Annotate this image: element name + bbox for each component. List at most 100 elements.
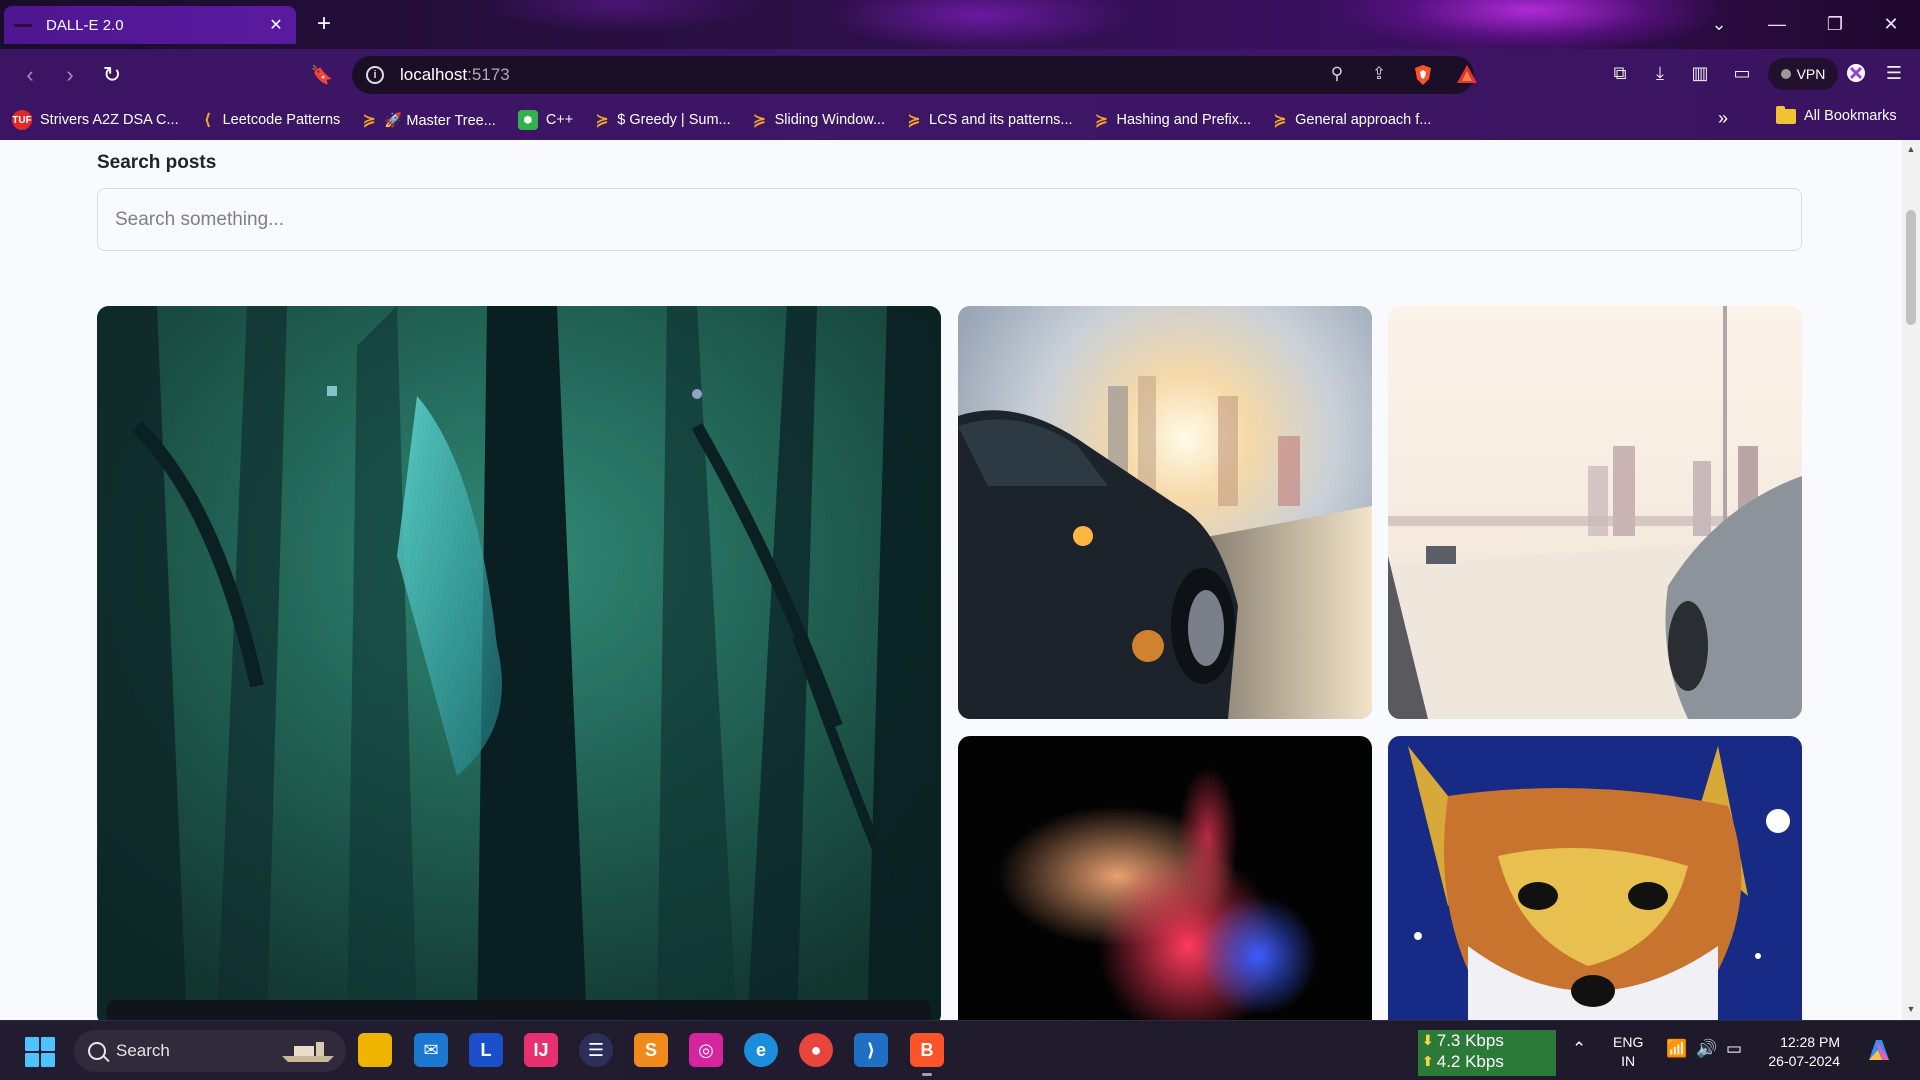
bookmark-sliding-window[interactable]: ≽ Sliding Window... xyxy=(753,110,885,130)
bookmarks-overflow-button[interactable]: » xyxy=(1718,108,1728,129)
downloads-icon[interactable]: ⤓ xyxy=(1648,63,1672,87)
post-card-forest[interactable] xyxy=(97,306,941,1020)
zoom-icon[interactable]: ⚲ xyxy=(1326,64,1348,86)
tab-favicon-icon xyxy=(14,23,32,27)
bookmark-hashing[interactable]: ≽ Hashing and Prefix... xyxy=(1094,110,1251,130)
tuf-icon: TUF xyxy=(12,110,32,130)
all-bookmarks-label: All Bookmarks xyxy=(1804,108,1897,124)
search-posts-label: Search posts xyxy=(97,152,217,173)
minimize-icon[interactable]: — xyxy=(1748,0,1806,49)
copilot-icon[interactable] xyxy=(1864,1035,1894,1070)
search-input[interactable] xyxy=(97,188,1802,251)
vpn-button[interactable]: VPN xyxy=(1768,58,1838,90)
bookmark-general-approach[interactable]: ≽ General approach f... xyxy=(1273,110,1431,130)
vpn-label: VPN xyxy=(1796,66,1826,82)
intellij-icon[interactable]: IJ xyxy=(524,1033,558,1067)
scrollbar-thumb[interactable] xyxy=(1906,210,1916,325)
post-card-overlay xyxy=(107,1000,931,1020)
window-close-icon[interactable]: ✕ xyxy=(1862,0,1920,49)
scroll-up-icon[interactable]: ▲ xyxy=(1902,144,1920,154)
back-icon[interactable]: ‹ xyxy=(14,59,46,91)
post-card-car-sunset[interactable] xyxy=(958,306,1372,719)
page-scrollbar[interactable]: ▲ ▼ xyxy=(1902,140,1920,1020)
fox-painting-image xyxy=(1388,736,1802,1020)
tab-close-icon[interactable]: ✕ xyxy=(266,15,286,35)
leetcode-icon: ⟨ xyxy=(203,112,212,129)
forward-icon[interactable]: › xyxy=(54,59,86,91)
vscode-icon[interactable]: ⟩ xyxy=(854,1033,888,1067)
vpn-status-icon xyxy=(1780,69,1791,79)
bookmark-label: $ Greedy | Sum... xyxy=(617,112,731,128)
leo-ai-icon[interactable] xyxy=(1844,63,1868,87)
leetcode-icon: ≽ xyxy=(595,112,609,129)
bookmark-greedy[interactable]: ≽ $ Greedy | Sum... xyxy=(595,110,731,130)
sublime-text-icon[interactable]: S xyxy=(634,1033,668,1067)
network-speed-widget[interactable]: ⬇ 7.3 Kbps ⬆ 4.2 Kbps xyxy=(1418,1030,1556,1076)
wifi-icon[interactable]: 📶 xyxy=(1666,1039,1687,1059)
all-bookmarks-button[interactable]: All Bookmarks xyxy=(1776,105,1897,124)
bookmark-label: Strivers A2Z DSA C... xyxy=(40,112,179,128)
url-port: :5173 xyxy=(467,65,510,84)
bookmark-label: Leetcode Patterns xyxy=(222,112,341,128)
lang-line1: ENG xyxy=(1613,1034,1644,1050)
brave-icon[interactable]: B xyxy=(910,1033,944,1076)
show-hidden-icons-chevron-icon[interactable]: ⌃ xyxy=(1572,1039,1586,1059)
mail-icon[interactable]: ✉ xyxy=(414,1033,448,1067)
scroll-down-icon[interactable]: ▼ xyxy=(1902,1004,1920,1014)
lens-app-icon[interactable]: L xyxy=(469,1033,503,1067)
sidebar-icon[interactable]: ▥ xyxy=(1688,63,1712,87)
wallet-icon[interactable]: ▭ xyxy=(1730,63,1754,87)
eclipse-icon[interactable]: ☰ xyxy=(579,1033,613,1067)
forest-image xyxy=(97,306,941,1020)
post-card-color-powder[interactable] xyxy=(958,736,1372,1020)
bookmark-icon[interactable]: 🔖 xyxy=(306,59,338,91)
restore-icon[interactable]: ❐ xyxy=(1806,0,1864,49)
new-tab-button[interactable]: + xyxy=(312,10,336,38)
edge-icon[interactable]: e xyxy=(744,1033,778,1067)
tab-search-chevron-icon[interactable]: ⌄ xyxy=(1690,0,1748,49)
taskbar-search-label: Search xyxy=(116,1041,170,1060)
bookmark-strivers[interactable]: TUF Strivers A2Z DSA C... xyxy=(12,110,179,130)
bookmarks-bar: TUF Strivers A2Z DSA C... ⟨ Leetcode Pat… xyxy=(0,100,1920,140)
file-explorer-icon[interactable] xyxy=(358,1033,392,1067)
brave-rewards-icon[interactable] xyxy=(1456,64,1478,86)
bookmark-master-tree[interactable]: ≽ 🚀 Master Tree... xyxy=(362,110,496,130)
download-arrow-icon: ⬇ xyxy=(1422,1032,1434,1048)
bookmark-cpp[interactable]: ⬢ C++ xyxy=(517,110,573,130)
extensions-icon[interactable]: ⧉ xyxy=(1608,63,1632,87)
taskbar-search[interactable]: Search xyxy=(74,1030,346,1072)
bookmark-lcs[interactable]: ≽ LCS and its patterns... xyxy=(907,110,1072,130)
reload-icon[interactable]: ↻ xyxy=(96,59,128,91)
bookmark-label: LCS and its patterns... xyxy=(929,112,1073,128)
address-bar[interactable]: i localhost:5173 ⚲ ⇪ xyxy=(352,56,1477,94)
tab-dalle[interactable]: DALL-E 2.0 ✕ xyxy=(4,6,296,44)
lang-line2: IN xyxy=(1621,1053,1636,1069)
post-card-fox[interactable] xyxy=(1388,736,1802,1020)
post-card-car-highway[interactable] xyxy=(1388,306,1802,719)
net-up: 4.2 Kbps xyxy=(1436,1052,1504,1071)
site-info-icon[interactable]: i xyxy=(366,66,384,84)
windows-start-icon[interactable] xyxy=(25,1037,55,1067)
leetcode-icon: ≽ xyxy=(752,112,767,129)
leetcode-icon: ≽ xyxy=(1273,112,1287,129)
windows-taskbar: Search ✉ L IJ ☰ S ◎ e ● ⟩ B ⬇ 7.3 Kbps ⬆ 4… xyxy=(0,1020,1920,1080)
bookmark-leetcode-patterns[interactable]: ⟨ Leetcode Patterns xyxy=(201,110,341,130)
page-content: Search posts xyxy=(0,140,1902,1020)
upload-arrow-icon: ⬆ xyxy=(1422,1053,1434,1069)
language-indicator[interactable]: ENG IN xyxy=(1613,1033,1643,1071)
leetcode-icon: ≽ xyxy=(1094,112,1109,129)
battery-icon[interactable]: ▭ xyxy=(1726,1039,1742,1059)
search-highlight-icon xyxy=(282,1042,334,1062)
instagram-icon[interactable]: ◎ xyxy=(689,1033,723,1067)
menu-icon[interactable]: ☰ xyxy=(1882,63,1906,87)
chrome-icon[interactable]: ● xyxy=(799,1033,833,1067)
volume-icon[interactable]: 🔊 xyxy=(1696,1039,1717,1059)
clock[interactable]: 12:28 PM 26-07-2024 xyxy=(1760,1033,1840,1071)
net-down: 7.3 Kbps xyxy=(1436,1031,1504,1050)
clock-time: 12:28 PM xyxy=(1780,1034,1840,1050)
bookmark-label: General approach f... xyxy=(1295,112,1432,128)
browser-toolbar: ‹ › ↻ 🔖 i localhost:5173 ⚲ ⇪ ⧉ ⤓ ▥ ▭ VPN… xyxy=(0,49,1920,100)
brave-shields-icon[interactable] xyxy=(1412,64,1434,86)
share-icon[interactable]: ⇪ xyxy=(1368,64,1390,86)
car-sunset-image xyxy=(958,306,1372,719)
